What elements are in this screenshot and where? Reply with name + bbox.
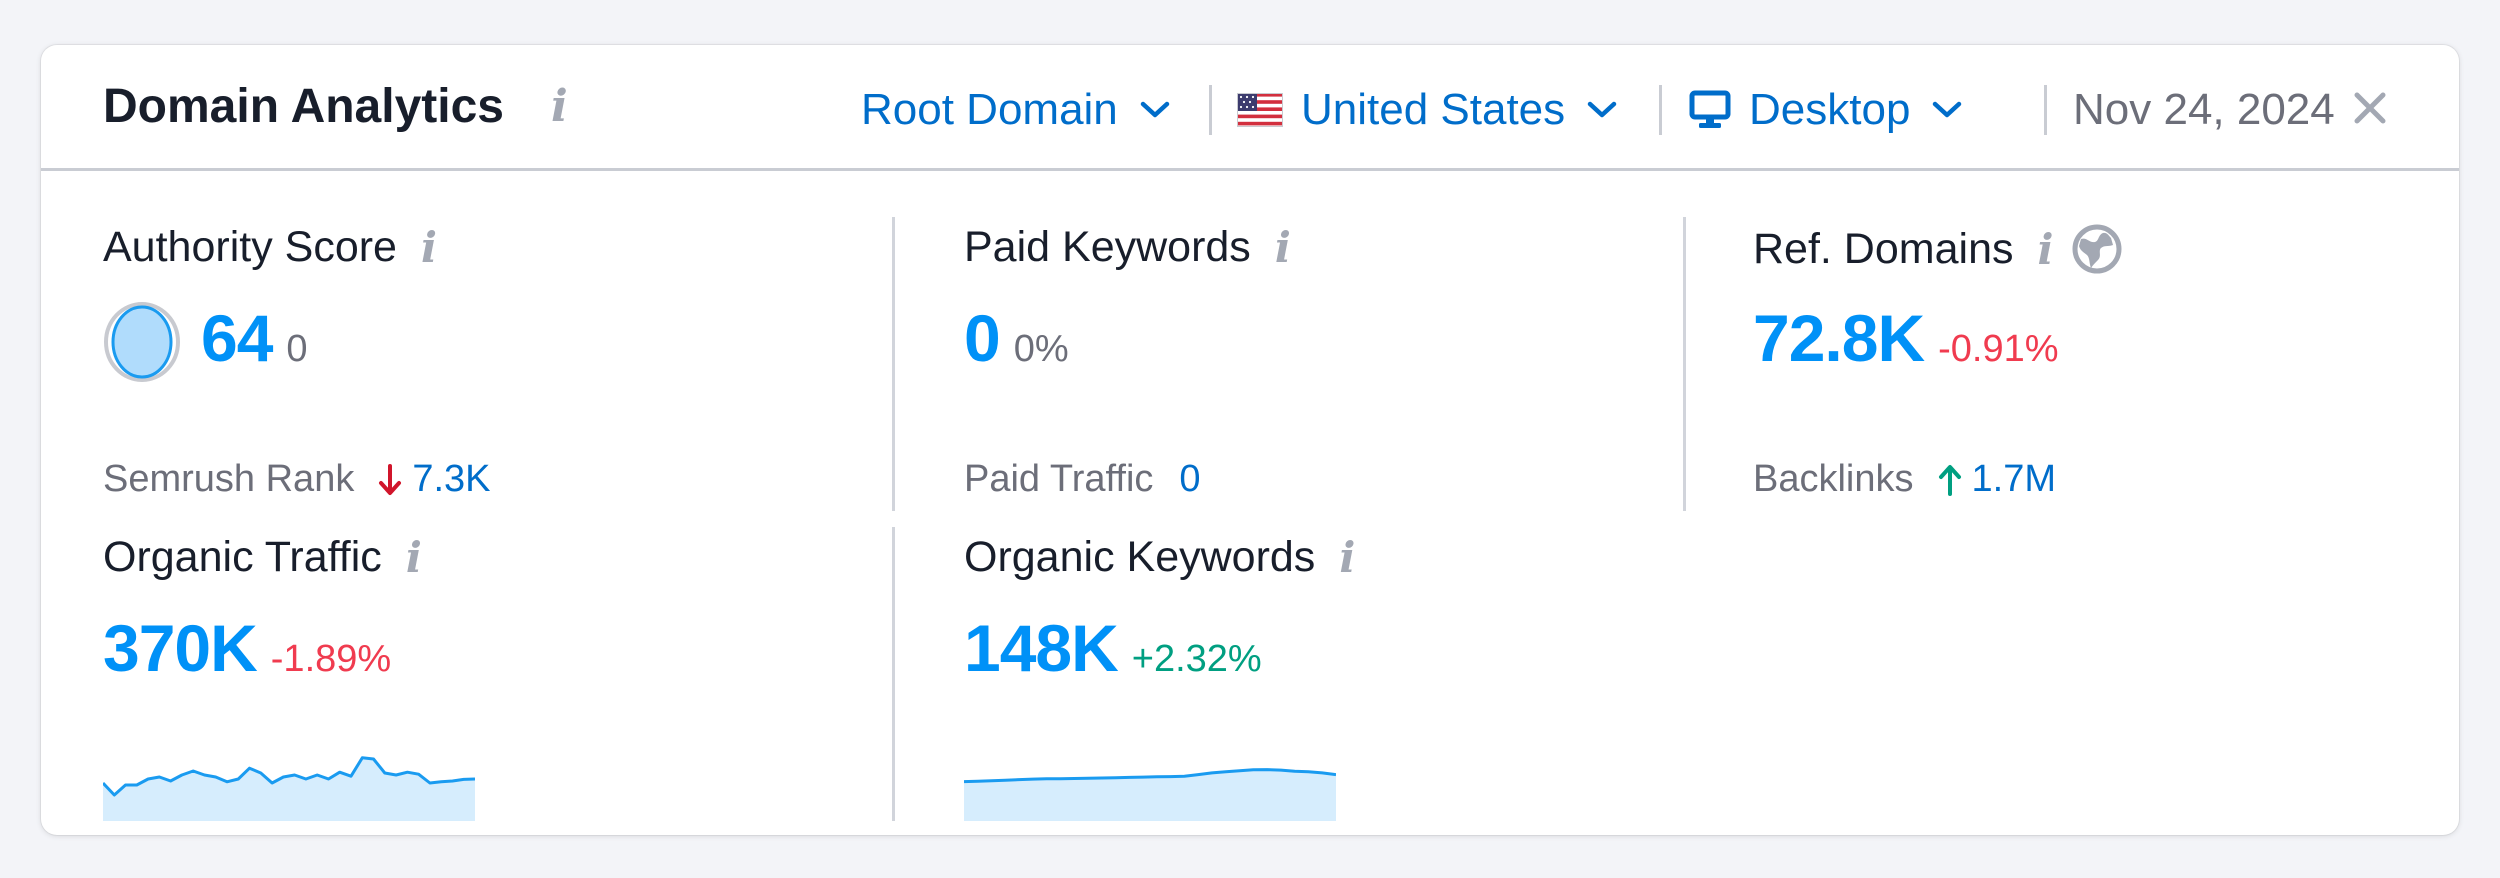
backlinks-row: Backlinks 1.7M xyxy=(1753,458,2056,501)
desktop-icon xyxy=(1689,90,1731,128)
authority-score-value[interactable]: 64 xyxy=(201,300,273,376)
organic-keywords-value[interactable]: 148K xyxy=(964,610,1119,686)
chevron-down-icon xyxy=(1933,101,1962,118)
chevron-down-icon xyxy=(1140,101,1170,118)
info-icon[interactable]: i xyxy=(1275,223,1291,272)
organic-keywords-metric: Organic Keywords i xyxy=(964,533,1355,582)
column-divider xyxy=(892,527,895,821)
globe-icon[interactable] xyxy=(2071,223,2123,275)
info-icon[interactable]: i xyxy=(551,81,568,132)
ref-domains-metric: Ref. Domains i xyxy=(1753,223,2123,275)
device-dropdown[interactable]: Desktop xyxy=(1689,85,1962,135)
authority-score-icon xyxy=(104,302,180,382)
paid-traffic-value[interactable]: 0 xyxy=(1179,458,1200,501)
us-flag-icon xyxy=(1237,93,1283,127)
organic-keywords-change: +2.32% xyxy=(1131,638,1262,680)
arrow-up-icon xyxy=(1938,464,1961,496)
root-domain-label: Root Domain xyxy=(861,85,1118,134)
authority-score-header: Authority Score i xyxy=(103,223,437,272)
root-domain-dropdown[interactable]: Root Domain xyxy=(861,85,1170,135)
header-divider xyxy=(1209,85,1212,135)
semrush-rank-label: Semrush Rank xyxy=(103,458,355,500)
country-label: United States xyxy=(1301,85,1566,134)
authority-score-change: 0 xyxy=(286,328,308,370)
organic-keywords-header: Organic Keywords i xyxy=(964,533,1355,582)
info-icon[interactable]: i xyxy=(1339,533,1355,582)
organic-traffic-change: -1.89% xyxy=(270,638,392,680)
header-divider xyxy=(2044,85,2047,135)
info-icon[interactable]: i xyxy=(406,533,422,582)
organic-keywords-sparkline[interactable] xyxy=(964,745,1336,821)
info-icon[interactable]: i xyxy=(421,223,437,272)
ref-domains-value[interactable]: 72.8K xyxy=(1753,300,1925,376)
paid-keywords-metric: Paid Keywords i xyxy=(964,223,1291,272)
authority-score-values: 64 0 xyxy=(201,300,308,376)
paid-traffic-label: Paid Traffic xyxy=(964,458,1154,500)
widget-header: Domain Analytics i Root Domain United St… xyxy=(41,45,2459,171)
column-divider xyxy=(1683,217,1686,511)
close-icon[interactable] xyxy=(2353,91,2387,125)
arrow-down-icon xyxy=(379,463,402,495)
organic-traffic-values: 370K -1.89% xyxy=(103,610,391,686)
semrush-rank-row: Semrush Rank 7.3K xyxy=(103,458,491,501)
ref-domains-label: Ref. Domains xyxy=(1753,224,2014,273)
organic-keywords-label: Organic Keywords xyxy=(964,533,1316,581)
ref-domains-change: -0.91% xyxy=(1938,328,2059,370)
organic-traffic-value[interactable]: 370K xyxy=(103,610,258,686)
chevron-down-icon xyxy=(1587,101,1617,118)
domain-analytics-widget: Domain Analytics i Root Domain United St… xyxy=(41,45,2459,835)
backlinks-label: Backlinks xyxy=(1753,458,1914,500)
backlinks-value[interactable]: 1.7M xyxy=(1972,458,2056,501)
column-divider xyxy=(892,217,895,511)
ref-domains-values: 72.8K -0.91% xyxy=(1753,300,2059,376)
organic-traffic-header: Organic Traffic i xyxy=(103,533,422,582)
organic-traffic-sparkline[interactable] xyxy=(103,745,475,821)
paid-keywords-values: 0 0% xyxy=(964,300,1069,376)
device-label: Desktop xyxy=(1749,85,1911,134)
info-icon[interactable]: i xyxy=(2037,225,2053,274)
paid-traffic-row: Paid Traffic 0 xyxy=(964,458,1201,501)
paid-keywords-value[interactable]: 0 xyxy=(964,300,1001,376)
organic-keywords-values: 148K +2.32% xyxy=(964,610,1262,686)
paid-keywords-label: Paid Keywords xyxy=(964,223,1251,271)
widget-title: Domain Analytics xyxy=(103,80,504,133)
paid-keywords-change: 0% xyxy=(1013,328,1069,370)
date-label: Nov 24, 2024 xyxy=(2073,85,2335,134)
organic-traffic-label: Organic Traffic xyxy=(103,533,382,581)
country-dropdown[interactable]: United States xyxy=(1237,85,1617,135)
authority-score-label: Authority Score xyxy=(103,223,397,271)
organic-traffic-metric: Organic Traffic i xyxy=(103,533,422,582)
sparkline-area xyxy=(103,757,475,821)
paid-keywords-header: Paid Keywords i xyxy=(964,223,1291,272)
header-divider xyxy=(1659,85,1662,135)
ref-domains-header: Ref. Domains i xyxy=(1753,223,2123,275)
semrush-rank-value[interactable]: 7.3K xyxy=(412,458,490,501)
authority-score-metric: Authority Score i xyxy=(103,223,437,272)
